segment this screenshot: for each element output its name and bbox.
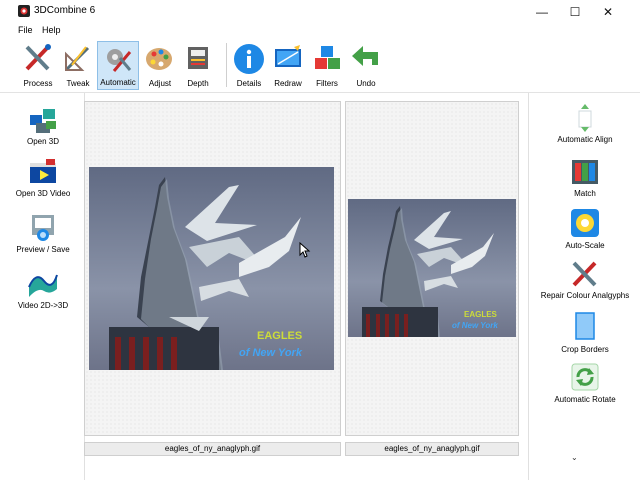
redraw-button[interactable]: Redraw bbox=[267, 41, 309, 90]
undo-icon bbox=[352, 46, 378, 66]
right-anaglyph-image[interactable]: EAGLES of New York bbox=[348, 199, 516, 337]
crop-borders-button[interactable]: Crop Borders bbox=[533, 311, 637, 354]
auto-scale-icon bbox=[571, 209, 599, 237]
mouse-cursor-icon bbox=[299, 242, 311, 258]
app-logo-icon bbox=[18, 5, 30, 17]
filters-button[interactable]: Filters bbox=[306, 41, 348, 90]
open-3d-video-icon bbox=[30, 159, 56, 183]
close-icon: ✕ bbox=[602, 4, 614, 19]
depth-button[interactable]: Depth bbox=[177, 41, 219, 90]
automatic-align-icon bbox=[578, 104, 592, 132]
preview-save-label: Preview / Save bbox=[16, 245, 70, 254]
automatic-align-label: Automatic Align bbox=[557, 135, 613, 144]
menu-help[interactable]: Help bbox=[42, 25, 61, 35]
adjust-button[interactable]: Adjust bbox=[139, 41, 181, 90]
palette-icon bbox=[146, 48, 172, 70]
preview-save-button[interactable]: Preview / Save bbox=[10, 211, 76, 254]
automatic-rotate-button[interactable]: Automatic Rotate bbox=[533, 361, 637, 404]
redraw-icon bbox=[275, 45, 301, 67]
automatic-button[interactable]: Automatic bbox=[97, 41, 139, 90]
right-image-pane[interactable]: EAGLES of New York bbox=[345, 101, 519, 436]
left-filename-field: eagles_of_ny_anaglyph.gif bbox=[84, 442, 341, 456]
repair-colour-button[interactable]: Repair Colour Analgyphs bbox=[533, 259, 637, 300]
minimize-icon: — bbox=[536, 4, 548, 19]
app-window: 3DCombine 6 — ☐ ✕ File Help Process Twea… bbox=[0, 0, 640, 480]
open-3d-video-button[interactable]: Open 3D Video bbox=[10, 157, 76, 198]
left-anaglyph-image[interactable]: EAGLES of New York bbox=[89, 167, 334, 370]
filters-icon bbox=[315, 46, 340, 69]
crop-borders-label: Crop Borders bbox=[561, 345, 609, 354]
minimize-button[interactable]: — bbox=[526, 0, 558, 23]
video-2d-3d-button[interactable]: Video 2D->3D bbox=[10, 267, 76, 310]
info-icon bbox=[234, 44, 264, 74]
tweak-label: Tweak bbox=[66, 79, 90, 88]
right-image-caption-line1: EAGLES bbox=[464, 310, 498, 319]
auto-scale-label: Auto-Scale bbox=[565, 241, 605, 250]
automatic-label: Automatic bbox=[100, 78, 136, 87]
left-image-caption-line1: EAGLES bbox=[257, 330, 302, 342]
open-3d-icon bbox=[30, 109, 56, 133]
menu-file[interactable]: File bbox=[18, 25, 33, 35]
left-sidebar: Open 3D Open 3D Video Preview / Save Vid… bbox=[0, 93, 85, 480]
redraw-label: Redraw bbox=[274, 79, 302, 88]
maximize-button[interactable]: ☐ bbox=[559, 0, 591, 23]
match-icon bbox=[572, 160, 598, 184]
open-3d-video-label: Open 3D Video bbox=[15, 189, 71, 198]
undo-button[interactable]: Undo bbox=[345, 41, 387, 90]
preview-save-icon bbox=[32, 215, 54, 241]
right-filename-field: eagles_of_ny_anaglyph.gif bbox=[345, 442, 519, 456]
tweak-icon bbox=[64, 46, 90, 72]
repair-colour-label: Repair Colour Analgyphs bbox=[540, 291, 630, 300]
toolbar: Process Tweak Automatic Adjust Depth Det… bbox=[0, 39, 640, 93]
left-image-pane[interactable]: EAGLES of New York bbox=[84, 101, 341, 436]
more-chevron-icon[interactable]: ⌄ bbox=[571, 453, 578, 462]
depth-icon bbox=[188, 47, 208, 69]
close-button[interactable]: ✕ bbox=[592, 0, 624, 23]
automatic-align-button[interactable]: Automatic Align bbox=[533, 103, 637, 144]
automatic-rotate-label: Automatic Rotate bbox=[554, 395, 616, 404]
automatic-rotate-icon bbox=[571, 363, 599, 391]
video-2d-3d-icon bbox=[28, 274, 58, 297]
open-3d-button[interactable]: Open 3D bbox=[10, 103, 76, 146]
match-label: Match bbox=[574, 189, 596, 198]
auto-scale-button[interactable]: Auto-Scale bbox=[533, 207, 637, 250]
tweak-button[interactable]: Tweak bbox=[57, 41, 99, 90]
right-sidebar: Automatic Align Match Auto-Scale Repair … bbox=[528, 93, 640, 480]
toolbar-separator bbox=[226, 43, 227, 87]
filters-label: Filters bbox=[316, 79, 338, 88]
crop-borders-icon bbox=[575, 312, 595, 340]
details-label: Details bbox=[236, 79, 262, 88]
undo-label: Undo bbox=[356, 79, 376, 88]
process-icon bbox=[25, 44, 51, 71]
adjust-label: Adjust bbox=[148, 79, 172, 88]
automatic-icon bbox=[107, 49, 132, 72]
left-image-caption-line2: of New York bbox=[239, 347, 303, 359]
match-button[interactable]: Match bbox=[533, 157, 637, 198]
right-image-caption-line2: of New York bbox=[452, 321, 498, 330]
open-3d-label: Open 3D bbox=[26, 137, 60, 146]
depth-label: Depth bbox=[187, 79, 209, 88]
title-bar: 3DCombine 6 — ☐ ✕ bbox=[0, 0, 640, 24]
window-title: 3DCombine 6 bbox=[34, 5, 96, 16]
process-label: Process bbox=[23, 79, 53, 88]
maximize-icon: ☐ bbox=[569, 4, 581, 19]
repair-colour-icon bbox=[572, 261, 597, 287]
menu-bar: File Help bbox=[0, 23, 640, 39]
video-2d-3d-label: Video 2D->3D bbox=[17, 301, 69, 310]
process-button[interactable]: Process bbox=[17, 41, 59, 90]
details-button[interactable]: Details bbox=[228, 41, 270, 90]
